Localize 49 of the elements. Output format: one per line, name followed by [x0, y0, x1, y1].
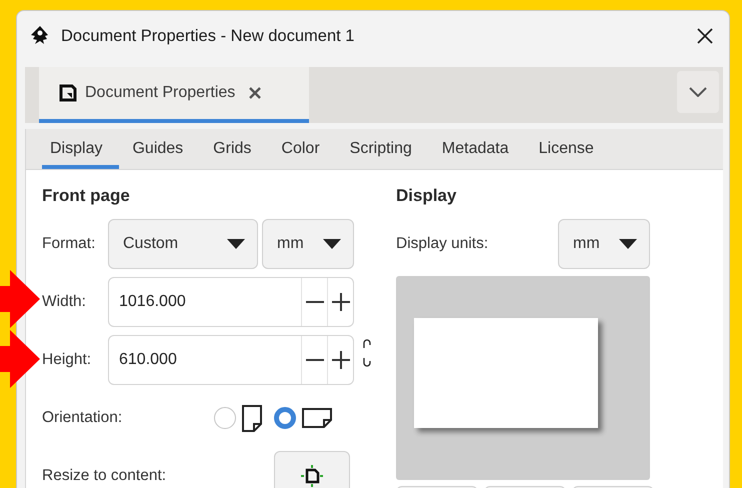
resize-label: Resize to content: — [42, 467, 168, 485]
tab[interactable]: Guides — [124, 129, 200, 169]
tab[interactable]: Metadata — [434, 129, 526, 169]
radio-button[interactable] — [214, 407, 236, 429]
height-input[interactable]: 610.000 — [109, 336, 301, 384]
window-title: Document Properties - New document 1 — [61, 26, 356, 46]
tab[interactable]: Color — [273, 129, 337, 169]
orientation-label: Orientation: — [42, 409, 124, 427]
minus-icon — [306, 359, 324, 361]
close-icon[interactable] — [249, 87, 262, 99]
chevron-down-icon — [689, 87, 707, 97]
dock-tab[interactable]: Document Properties — [39, 67, 309, 123]
document-icon — [59, 84, 77, 102]
minus-button[interactable] — [301, 336, 327, 384]
number-field[interactable]: 1016.000 — [108, 277, 354, 327]
caret-down-icon — [323, 239, 341, 249]
display-units-label: Display units: — [396, 235, 490, 253]
width-input[interactable]: 1016.000 — [109, 278, 301, 326]
portrait-page-icon — [242, 404, 262, 432]
units-dropdown[interactable]: mm — [558, 219, 650, 269]
tab[interactable]: Display — [42, 129, 120, 169]
tab[interactable]: License — [530, 129, 611, 169]
section-heading: Front page — [42, 186, 131, 207]
tab[interactable]: Scripting — [342, 129, 429, 169]
chain-link-icon — [362, 338, 372, 368]
number-field[interactable]: 610.000 — [108, 335, 354, 385]
caret-down-icon — [227, 239, 245, 249]
format-dropdown[interactable]: Custom — [108, 219, 258, 269]
width-label: Width: — [42, 293, 87, 311]
minus-button[interactable] — [301, 278, 327, 326]
caret-down-icon — [619, 239, 637, 249]
radio-button[interactable] — [274, 407, 296, 429]
tab[interactable]: Grids — [205, 129, 268, 169]
app-logo-icon — [29, 25, 51, 47]
arrow-icon — [0, 330, 40, 388]
arrow-icon — [0, 270, 40, 328]
landscape-page-icon — [302, 408, 332, 428]
unit-dropdown[interactable]: mm — [262, 219, 354, 269]
plus-icon — [332, 293, 350, 311]
section-heading: Display — [396, 186, 458, 207]
chevron-button[interactable] — [677, 71, 719, 113]
plus-button[interactable] — [327, 336, 353, 384]
resize-button[interactable] — [274, 451, 350, 488]
resize-page-icon — [300, 465, 324, 487]
height-label: Height: — [42, 351, 92, 369]
minus-icon — [306, 301, 324, 303]
format-label: Format: — [42, 235, 96, 253]
plus-button[interactable] — [327, 278, 353, 326]
plus-icon — [332, 351, 350, 369]
